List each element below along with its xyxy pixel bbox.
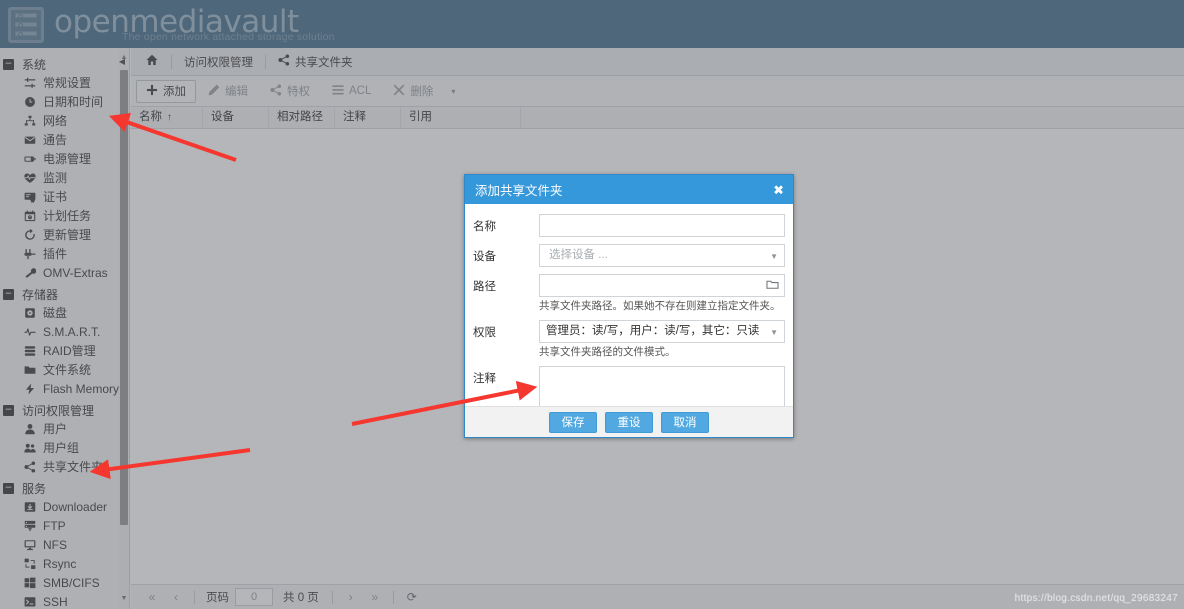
form-row-路径: 路径共享文件夹路径。如果她不存在则建立指定文件夹。 [473,274,785,313]
button-label: 取消 [673,417,697,429]
button-label: 重设 [617,417,641,429]
field-hint: 共享文件夹路径。如果她不存在则建立指定文件夹。 [539,300,781,312]
folder-icon[interactable] [766,278,779,294]
chevron-down-icon: ▼ [770,252,778,261]
name-input[interactable] [539,214,785,237]
dialog-form: 名称 设备 选择设备 ... ▼ 路径 共享文件夹路径。如果她不存在则建立指定文件夹。 权限… [465,204,793,426]
permission-select[interactable]: 管理员：读/写，用户：读/写，其它：只读 [539,320,785,343]
field-label: 名称 [473,221,496,233]
watermark-text: https://blog.csdn.net/qq_29683247 [1014,593,1178,604]
device-select[interactable]: 选择设备 ... [539,244,785,267]
field-label: 设备 [473,251,496,263]
form-row-名称: 名称 [473,214,785,237]
add-shared-folder-dialog: 添加共享文件夹 ✖ 名称 设备 选择设备 ... ▼ 路径 共享文件夹路径。如果她不存在则… [464,174,794,438]
chevron-down-icon: ▼ [770,328,778,337]
field-label: 权限 [473,327,496,339]
cancel-button[interactable]: 取消 [661,411,709,433]
field-hint: 共享文件夹路径的文件模式。 [539,346,676,358]
form-row-设备: 设备 选择设备 ... ▼ [473,244,785,267]
save-button[interactable]: 保存 [549,411,597,433]
dialog-title: 添加共享文件夹 [475,184,563,198]
dialog-footer: 保存 重设 取消 [465,406,793,437]
dialog-titlebar: 添加共享文件夹 ✖ [465,175,793,204]
field-label: 路径 [473,281,496,293]
close-icon[interactable]: ✖ [773,183,784,196]
path-input[interactable] [539,274,785,297]
form-row-权限: 权限 管理员：读/写，用户：读/写，其它：只读 ▼ 共享文件夹路径的文件模式。 [473,320,785,359]
reset-button[interactable]: 重设 [605,411,653,433]
button-label: 保存 [561,417,585,429]
